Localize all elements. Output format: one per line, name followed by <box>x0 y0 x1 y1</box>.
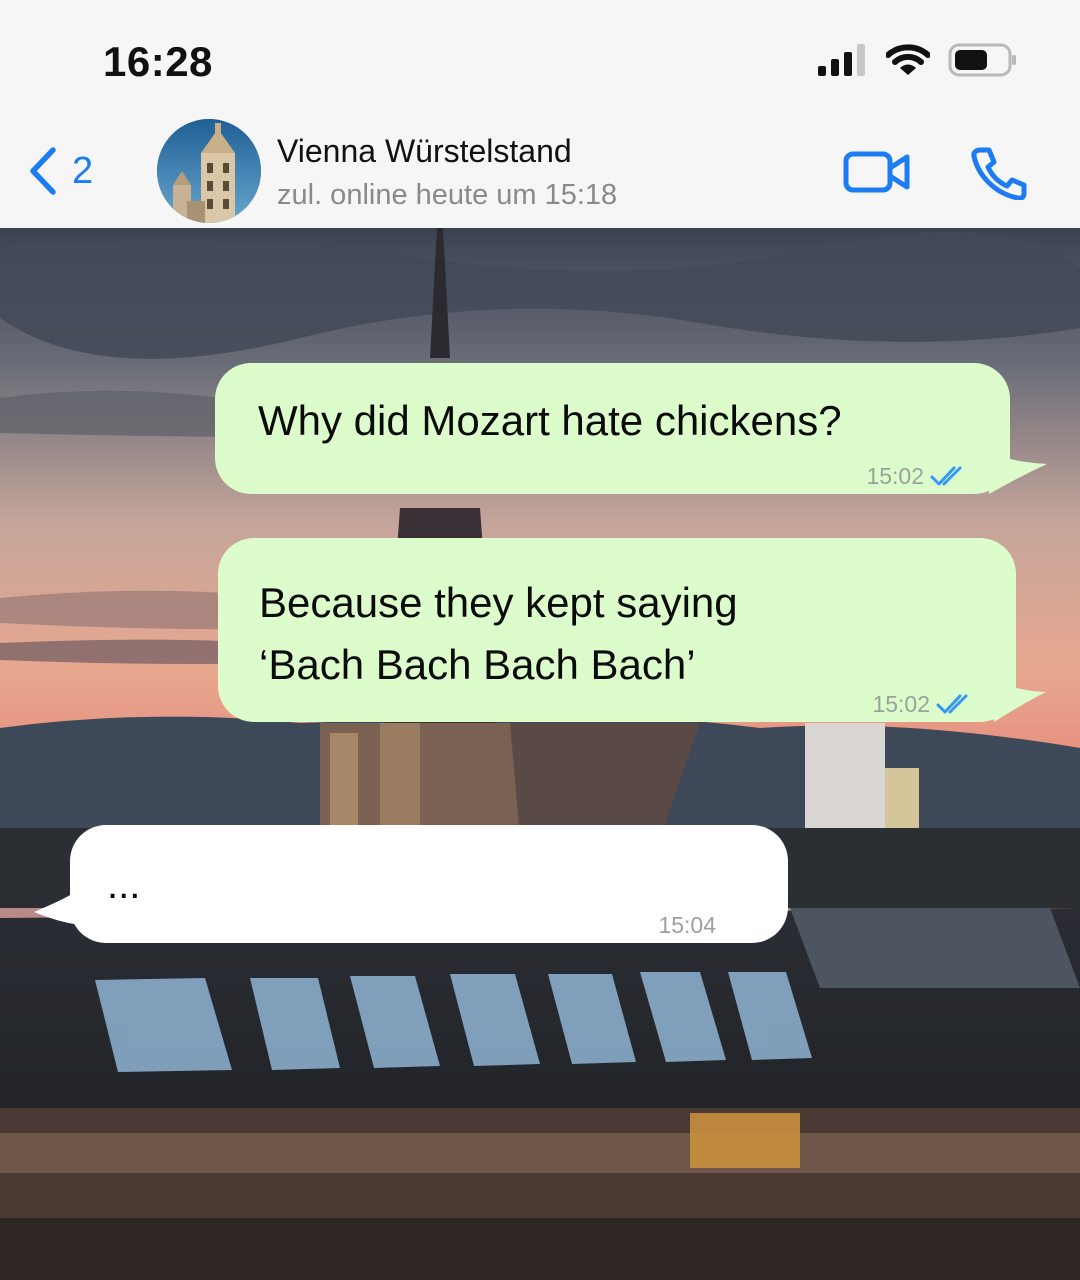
message-meta: 15:02 <box>872 691 974 718</box>
video-camera-icon <box>843 151 910 193</box>
contact-name[interactable]: Vienna Würstelstand <box>277 133 572 170</box>
unread-count: 2 <box>72 149 94 192</box>
battery-icon <box>948 43 1016 77</box>
message-text: ... <box>107 863 141 907</box>
status-icons <box>818 40 1018 80</box>
avatar[interactable] <box>157 119 261 223</box>
message-text: Why did Mozart hate chickens? <box>258 397 842 444</box>
chevron-left-icon <box>30 147 56 195</box>
double-check-icon <box>930 466 962 485</box>
wifi-icon <box>886 44 930 75</box>
message-bubble-outgoing[interactable]: Because they kept saying ‘Bach Bach Bach… <box>218 538 1016 722</box>
message-text: ‘Bach Bach Bach Bach’ <box>259 641 696 688</box>
message-time: 15:02 <box>866 463 924 489</box>
bubble-tail-incoming <box>34 868 96 926</box>
back-button[interactable]: 2 <box>28 146 93 196</box>
message-time: 15:02 <box>872 691 930 717</box>
video-call-button[interactable] <box>843 150 911 199</box>
bubble-tail-outgoing <box>990 668 1046 722</box>
status-bar: 16:28 <box>0 0 1080 110</box>
bubble-tail-outgoing <box>985 440 1047 494</box>
voice-call-button[interactable] <box>970 146 1028 205</box>
contact-last-seen: zul. online heute um 15:18 <box>277 179 618 211</box>
message-bubble-outgoing[interactable]: Why did Mozart hate chickens? 15:02 <box>215 363 1010 494</box>
message-text: Because they kept saying <box>259 579 738 626</box>
phone-icon <box>971 147 1027 201</box>
message-time: 15:04 <box>658 912 716 938</box>
double-check-icon <box>936 694 968 713</box>
cellular-signal-icon <box>818 44 865 76</box>
chat-header: 2 Vienna Würstelstand zul. online heute … <box>0 110 1080 228</box>
message-bubble-incoming[interactable]: ... 15:04 <box>70 825 788 943</box>
message-meta: 15:02 <box>866 463 968 490</box>
status-time: 16:28 <box>103 38 213 85</box>
message-meta: 15:04 <box>658 912 716 939</box>
